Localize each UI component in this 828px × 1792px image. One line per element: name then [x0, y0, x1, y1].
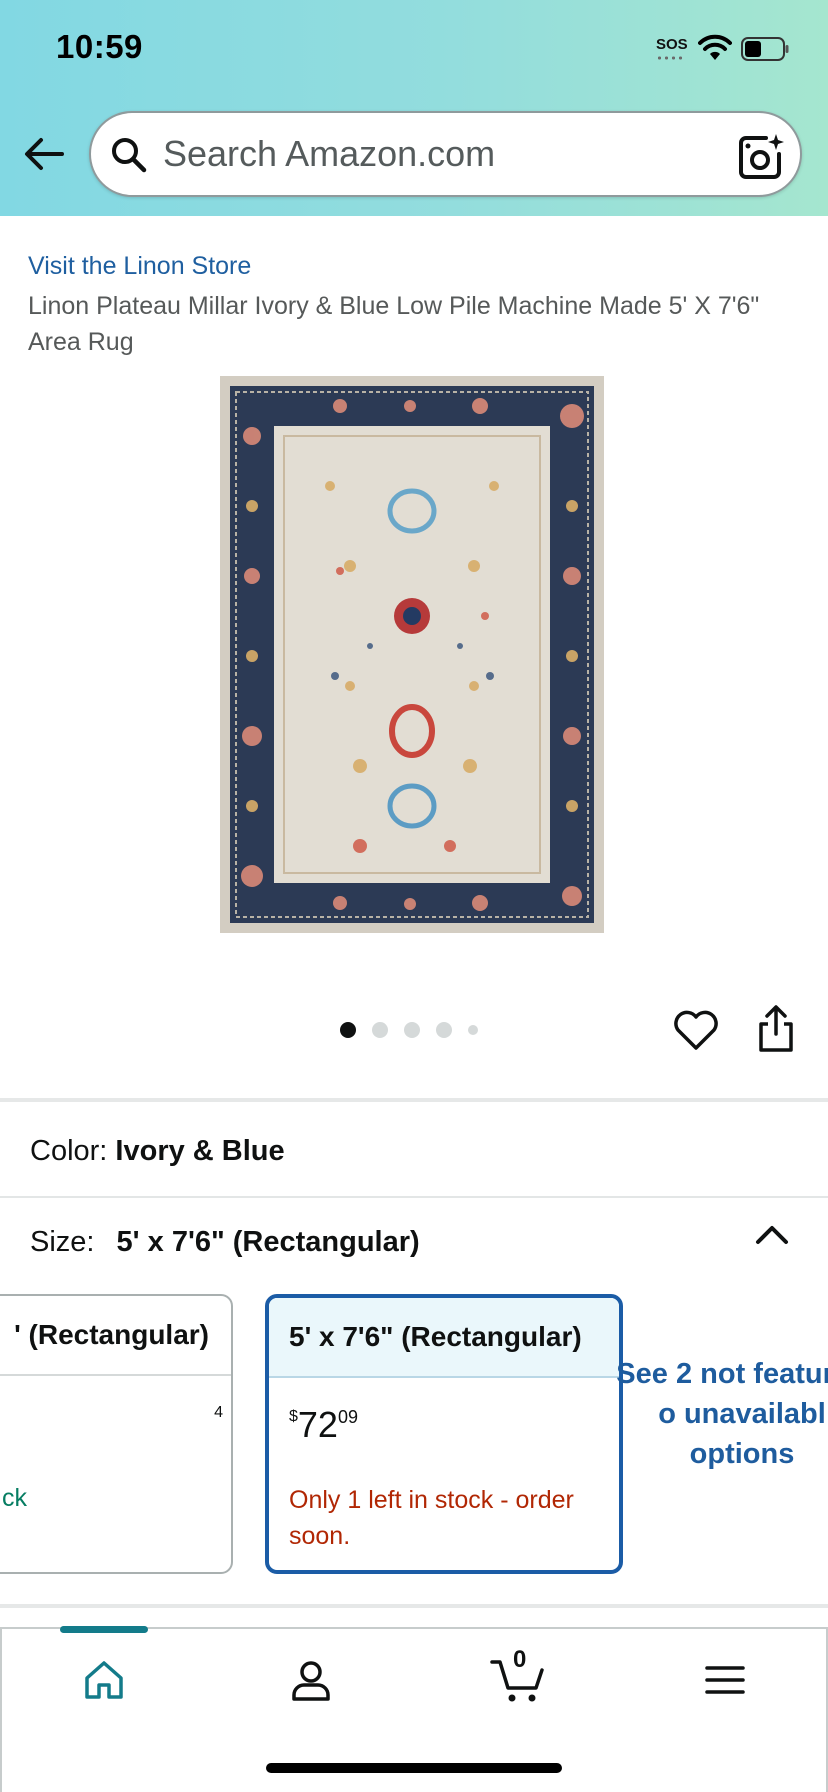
active-tab-indicator [60, 1626, 148, 1633]
image-pager[interactable] [340, 1020, 478, 1040]
home-icon [85, 1661, 123, 1699]
home-indicator[interactable] [266, 1763, 562, 1773]
product-title: Linon Plateau Millar Ivory & Blue Low Pi… [28, 292, 760, 356]
size-option-price: $7209 [289, 1404, 358, 1446]
camera-lens-icon[interactable] [736, 132, 784, 180]
section-divider [0, 1098, 828, 1102]
store-link[interactable]: Visit the Linon Store [28, 252, 251, 281]
size-value: 5' x 7'6" (Rectangular) [116, 1226, 420, 1258]
signal-dots-icon [656, 56, 686, 60]
section-divider [0, 1604, 828, 1608]
search-icon [112, 138, 147, 173]
wifi-icon [698, 34, 732, 60]
share-icon[interactable] [752, 1004, 800, 1054]
product-image[interactable] [220, 376, 604, 933]
pager-dot[interactable] [436, 1022, 452, 1038]
tab-home[interactable] [74, 1652, 134, 1708]
stock-warning: Only 1 left in stock - order soon. [289, 1486, 574, 1550]
price-cents: 09 [337, 1407, 358, 1427]
price-symbol: $ [289, 1408, 298, 1425]
size-option-title: 5' x 7'6" (Rectangular) [269, 1298, 619, 1378]
size-option-stock: ck [2, 1484, 27, 1512]
pager-dot[interactable] [404, 1022, 420, 1038]
status-time: 10:59 [56, 28, 143, 65]
size-option-card-selected[interactable]: 5' x 7'6" (Rectangular) $7209 Only 1 lef… [265, 1294, 623, 1574]
size-label: Size: [30, 1226, 95, 1258]
see-more-options-link[interactable]: See 2 not featured o unavailabl options [612, 1354, 828, 1474]
size-option-price: 4 [214, 1404, 223, 1421]
size-option-card[interactable]: ' (Rectangular) 4 ck [0, 1294, 233, 1574]
menu-icon [705, 1666, 745, 1694]
battery-icon [741, 37, 789, 61]
tab-menu[interactable] [695, 1652, 755, 1708]
tab-account[interactable] [281, 1652, 341, 1708]
account-icon [292, 1661, 330, 1701]
section-divider [0, 1196, 828, 1198]
price-whole: 72 [297, 1404, 338, 1445]
color-value: Ivory & Blue [115, 1135, 285, 1167]
color-selector: Color: Ivory & Blue [30, 1135, 285, 1168]
pager-dot[interactable] [340, 1022, 356, 1038]
sos-indicator: SOS [656, 36, 688, 53]
back-arrow-icon [25, 138, 64, 170]
app-header: 10:59 SOS [0, 0, 828, 216]
pager-dot[interactable] [372, 1022, 388, 1038]
size-selector[interactable]: Size: 5' x 7'6" (Rectangular) [30, 1226, 420, 1259]
chevron-up-icon[interactable] [752, 1220, 792, 1250]
search-input[interactable] [163, 127, 723, 181]
back-button[interactable] [22, 132, 66, 176]
color-label: Color: [30, 1135, 108, 1167]
heart-icon[interactable] [672, 1006, 720, 1054]
cart-count-badge: 0 [513, 1646, 527, 1673]
search-bar[interactable] [89, 111, 802, 197]
size-option-title: ' (Rectangular) [0, 1296, 231, 1376]
pager-dot[interactable] [468, 1025, 478, 1035]
